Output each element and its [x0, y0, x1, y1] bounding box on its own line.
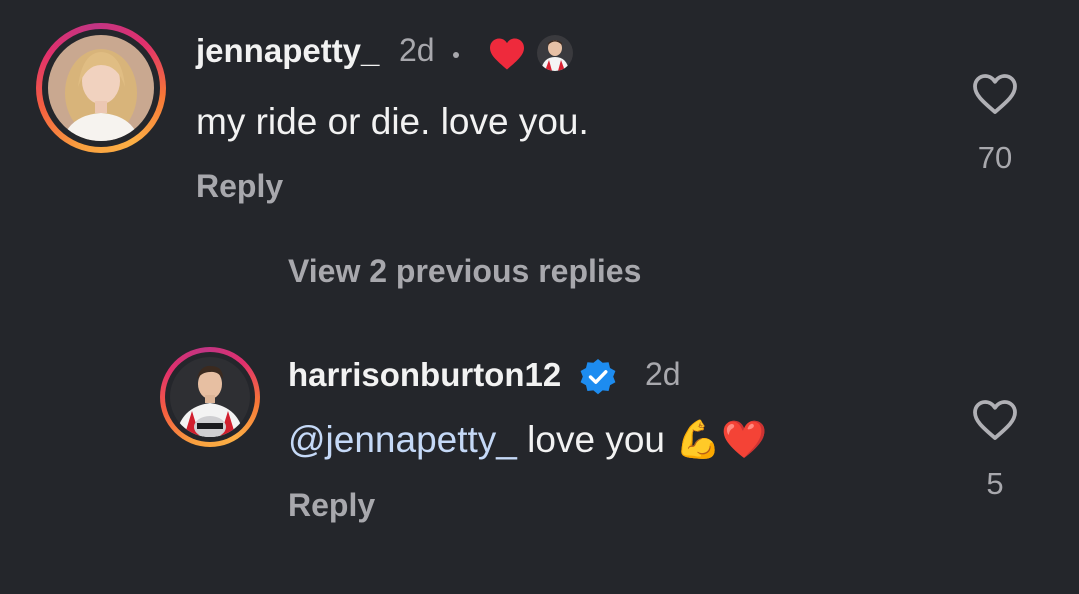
like-count: 5: [986, 466, 1004, 501]
separator-dot: [453, 52, 459, 58]
reply-timestamp: 2d: [645, 356, 681, 392]
reply-button[interactable]: Reply: [288, 487, 375, 524]
avatar-photo-jennapetty: [48, 35, 154, 141]
view-previous-replies-button[interactable]: View 2 previous replies: [288, 253, 641, 290]
like-count: 70: [977, 140, 1013, 175]
comment-username[interactable]: jennapetty_: [196, 32, 379, 70]
heart-outline-icon[interactable]: [971, 398, 1019, 442]
avatar[interactable]: [170, 357, 250, 437]
mention-link[interactable]: @jennapetty_: [288, 419, 517, 460]
red-heart-emoji: ❤️: [721, 419, 768, 460]
comment-text: my ride or die. love you.: [196, 101, 589, 142]
heart-filled-icon: [488, 37, 526, 71]
flexed-biceps-emoji: 💪: [675, 419, 722, 460]
reply-button[interactable]: Reply: [196, 168, 283, 205]
reply-username[interactable]: harrisonburton12: [288, 356, 561, 394]
verified-badge-icon: [578, 357, 618, 397]
heart-outline-icon[interactable]: [971, 72, 1019, 116]
avatar[interactable]: [48, 35, 154, 141]
comment-timestamp: 2d: [399, 32, 435, 68]
reply-text: @jennapetty_ love you 💪❤️: [288, 419, 767, 462]
avatar-photo-harrisonburton: [170, 357, 250, 437]
creator-avatar: [537, 35, 573, 71]
reply-text-body: love you: [516, 419, 676, 460]
